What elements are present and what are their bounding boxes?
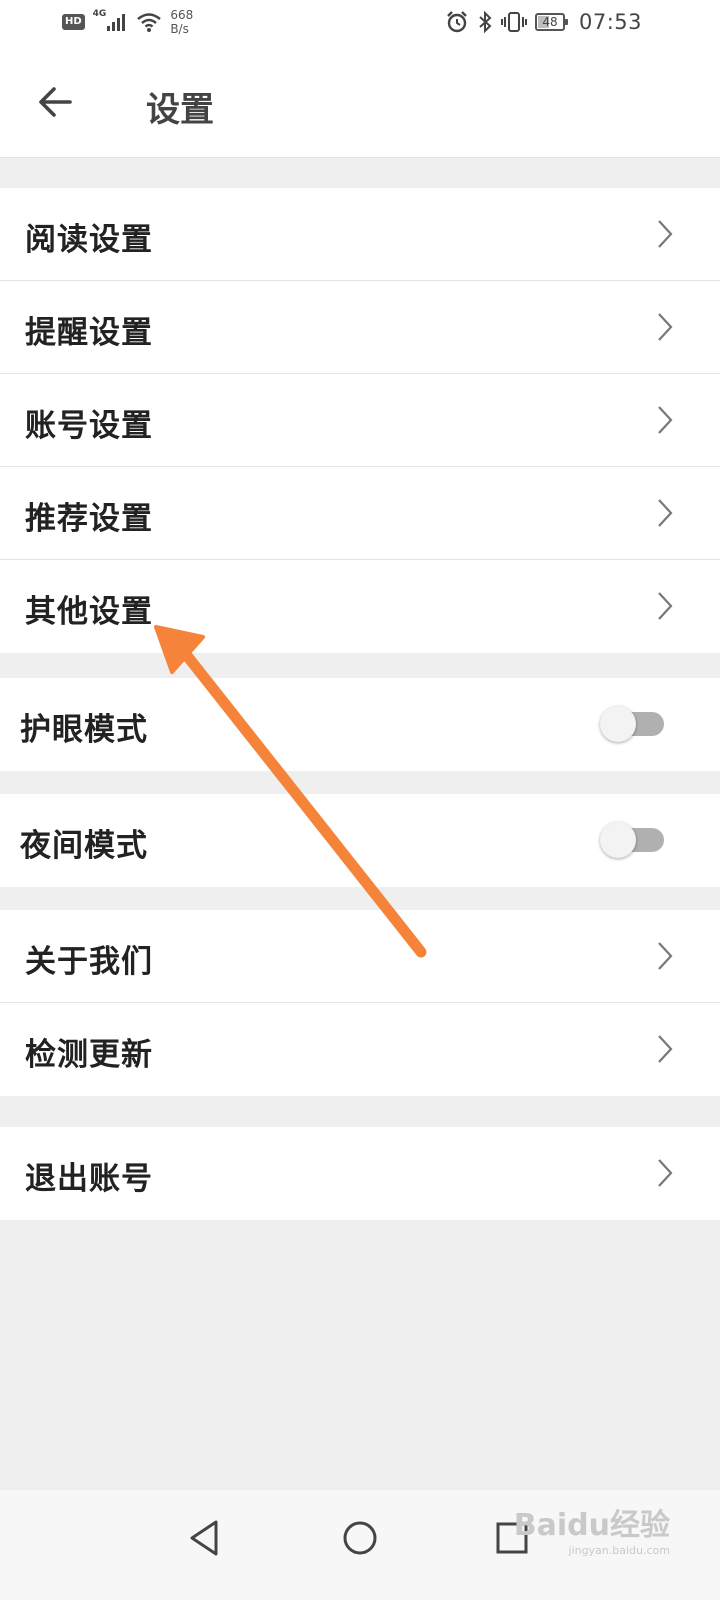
settings-item-label: 退出账号	[25, 1161, 153, 1197]
settings-item-label: 检测更新	[25, 1037, 153, 1073]
settings-item-account[interactable]: 账号设置	[0, 374, 720, 467]
settings-item-label: 阅读设置	[25, 222, 153, 258]
clock: 07:53	[578, 10, 642, 34]
settings-item-night-mode: 夜间模式	[0, 794, 720, 887]
network-type: 4G	[92, 9, 107, 19]
chevron-right-icon	[658, 406, 673, 434]
settings-item-eye-mode: 护眼模式	[0, 678, 720, 771]
watermark-brand: Baidu经验	[513, 1508, 670, 1543]
settings-item-label: 账号设置	[25, 408, 153, 444]
settings-item-logout[interactable]: 退出账号	[0, 1127, 720, 1220]
hd-badge: HD	[62, 14, 85, 30]
settings-item-label: 关于我们	[25, 944, 153, 980]
settings-item-label: 推荐设置	[25, 501, 153, 537]
settings-item-reminder[interactable]: 提醒设置	[0, 281, 720, 374]
settings-item-other[interactable]: 其他设置	[0, 560, 720, 653]
network-speed: 668 B/s	[170, 8, 193, 36]
settings-item-label: 提醒设置	[25, 315, 153, 351]
chevron-right-icon	[658, 499, 673, 527]
settings-group-main: 阅读设置 提醒设置 账号设置 推荐设置 其他设置	[0, 188, 720, 653]
settings-item-check-update[interactable]: 检测更新	[0, 1003, 720, 1096]
back-button[interactable]	[36, 80, 76, 124]
toggle-knob	[600, 822, 636, 858]
alarm-icon	[447, 11, 467, 33]
vibrate-icon	[500, 12, 527, 32]
chevron-right-icon	[658, 1035, 673, 1063]
chevron-right-icon	[658, 313, 673, 341]
speed-value: 668	[170, 8, 194, 22]
chevron-right-icon	[658, 592, 673, 620]
night-mode-toggle[interactable]	[600, 822, 668, 858]
triangle-back-icon	[190, 1520, 218, 1556]
watermark: Baidu经验 jingyan.baidu.com	[514, 1500, 670, 1557]
settings-item-label: 护眼模式	[20, 712, 148, 748]
page-title: 设置	[146, 90, 214, 130]
settings-group-about: 关于我们 检测更新	[0, 910, 720, 1096]
signal-icon	[107, 14, 126, 31]
settings-group-night-mode: 夜间模式	[0, 794, 720, 887]
battery-level: 48	[542, 15, 558, 29]
circle-home-icon	[343, 1521, 377, 1555]
settings-item-reading[interactable]: 阅读设置	[0, 188, 720, 281]
status-bar: HD 4G 668 B/s 48 07:53	[0, 0, 720, 50]
eye-mode-toggle[interactable]	[600, 706, 668, 742]
settings-item-label: 其他设置	[25, 594, 153, 630]
chevron-right-icon	[658, 1159, 673, 1187]
settings-group-logout: 退出账号	[0, 1127, 720, 1220]
status-right: 48 07:53	[445, 10, 642, 34]
chevron-right-icon	[658, 942, 673, 970]
bluetooth-icon	[479, 10, 492, 34]
toggle-knob	[600, 706, 636, 742]
status-left: HD 4G 668 B/s	[62, 8, 193, 36]
nav-back-button[interactable]	[182, 1514, 230, 1562]
arrow-left-icon	[39, 87, 72, 117]
top-app-bar: 设置	[0, 50, 720, 158]
battery-icon: 48	[534, 13, 568, 31]
chevron-right-icon	[658, 220, 673, 248]
settings-item-label: 夜间模式	[20, 828, 148, 864]
system-nav-bar: Baidu经验 jingyan.baidu.com	[0, 1490, 720, 1600]
settings-item-about-us[interactable]: 关于我们	[0, 910, 720, 1003]
nav-home-button[interactable]	[336, 1514, 384, 1562]
watermark-url: jingyan.baidu.com	[568, 1544, 670, 1557]
settings-group-eye-mode: 护眼模式	[0, 678, 720, 771]
settings-item-recommend[interactable]: 推荐设置	[0, 467, 720, 560]
speed-unit: B/s	[170, 22, 189, 36]
wifi-icon	[137, 13, 162, 32]
